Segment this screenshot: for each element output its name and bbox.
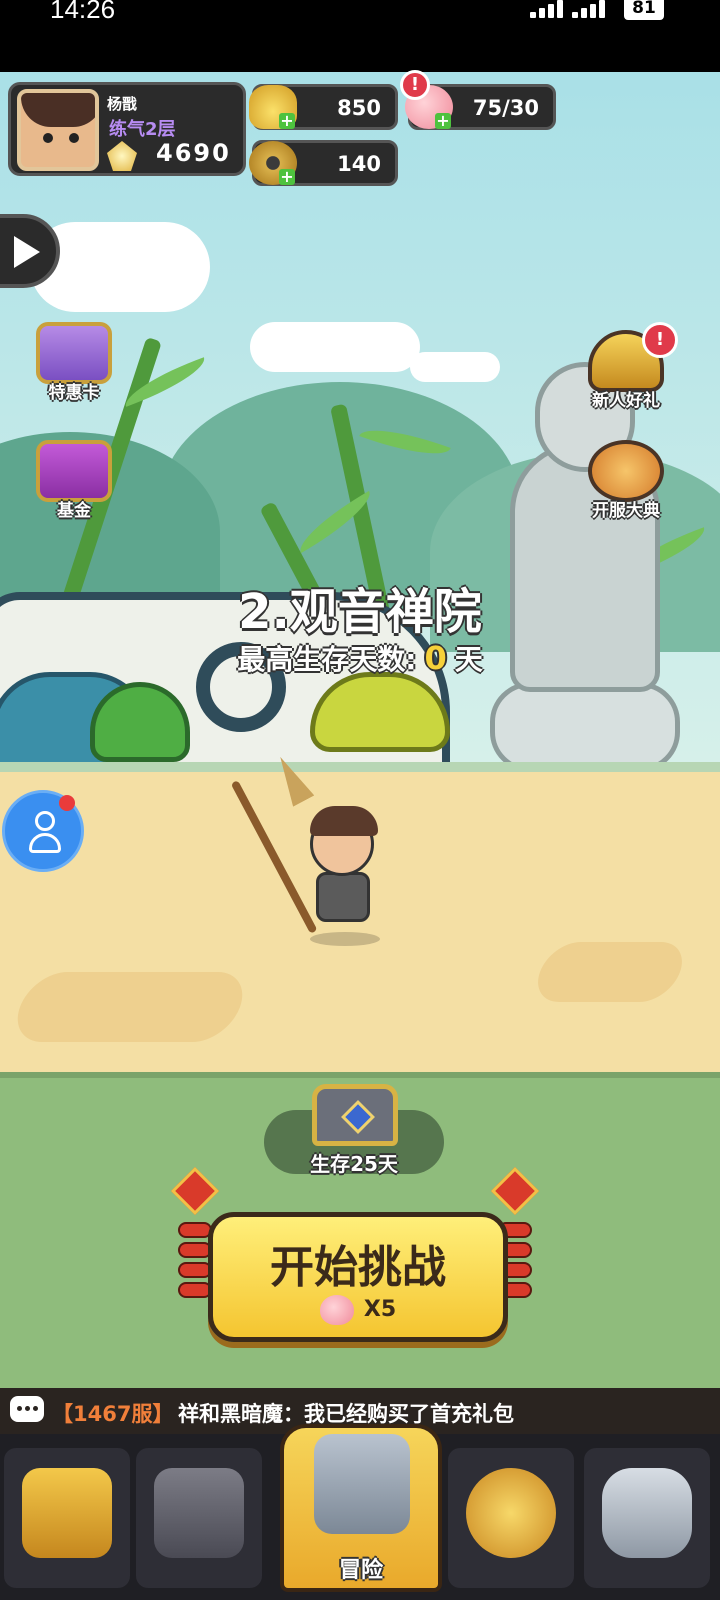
survival-days: 0: [424, 639, 447, 677]
bottom-navigation: 冒险: [0, 1424, 720, 1600]
guanyin-statue: [490, 352, 680, 782]
coin-resource[interactable]: + 140: [249, 140, 398, 186]
fund-button[interactable]: 基金: [24, 440, 124, 521]
add-stamina-icon[interactable]: +: [435, 113, 451, 129]
upgrade-arrow-icon: [466, 1468, 556, 1558]
special-card-label: 特惠卡: [48, 383, 100, 403]
lock-icon: [602, 1468, 692, 1558]
power-icon: [107, 141, 137, 171]
drum-icon: [588, 440, 664, 502]
user-icon: [35, 811, 55, 831]
swords-icon: [314, 1434, 410, 1534]
power-value: 4690: [156, 139, 231, 167]
nav-item-character[interactable]: [136, 1448, 262, 1588]
stamina-resource[interactable]: + 75/30: [405, 84, 556, 130]
signal-icon-2: [572, 0, 616, 20]
player-rank: 练气2层: [109, 119, 176, 140]
special-card-button[interactable]: 特惠卡: [24, 322, 124, 403]
newbie-gift-alert-icon: !: [642, 322, 678, 358]
nav-item-upgrade[interactable]: [448, 1448, 574, 1588]
status-bar: 14:26 81: [0, 0, 720, 72]
nav-item-adventure[interactable]: 冒险: [280, 1424, 442, 1592]
start-challenge-button[interactable]: 开始挑战 X5: [208, 1212, 508, 1342]
notification-dot: [59, 795, 75, 811]
chat-server: 【1467服】: [52, 1402, 174, 1426]
add-gold-icon[interactable]: +: [279, 113, 295, 129]
player-profile[interactable]: 杨戬 练气2层 4690: [8, 82, 246, 176]
chest-icon: [312, 1084, 398, 1146]
chest-label: 生存25天: [310, 1152, 398, 1176]
player-character: [230, 762, 410, 952]
game-scene: 2.观音禅院 最高生存天数: 0 天 生存25天 开始挑战 X5: [0, 72, 720, 1388]
friend-button[interactable]: [2, 790, 84, 872]
server-launch-label: 开服大典: [592, 501, 660, 521]
gold-resource[interactable]: + 850: [249, 84, 398, 130]
path-patch: [7, 972, 253, 1042]
fund-label: 基金: [57, 501, 91, 521]
armor-icon: [154, 1468, 244, 1558]
battery-icon: 81: [624, 0, 664, 20]
fund-chest-icon: [36, 440, 112, 502]
status-time: 14:26: [50, 0, 116, 24]
start-challenge-label: 开始挑战: [270, 1242, 446, 1293]
add-coin-icon[interactable]: +: [279, 169, 295, 185]
server-launch-button[interactable]: 开服大典: [576, 440, 676, 521]
nav-item-locked[interactable]: [584, 1448, 710, 1588]
survival-reward-chest[interactable]: 生存25天: [264, 1084, 444, 1176]
survival-unit: 天: [454, 643, 483, 676]
chat-icon[interactable]: [10, 1396, 44, 1422]
coin-value: 140: [337, 152, 381, 176]
avatar[interactable]: [17, 89, 99, 171]
cloud: [410, 352, 500, 382]
survival-label: 最高生存天数:: [237, 643, 417, 676]
nav-adventure-label: 冒险: [338, 1558, 383, 1583]
peach-icon: [319, 1295, 354, 1325]
shop-building-icon: [22, 1468, 112, 1558]
stamina-alert-icon: !: [400, 70, 430, 100]
stage-title: 2.观音禅院: [238, 584, 482, 640]
vip-card-icon: [36, 322, 112, 384]
play-icon: [14, 236, 40, 268]
gold-value: 850: [337, 96, 381, 120]
start-cost: X5: [213, 1295, 503, 1325]
newbie-gift-label: 新人好礼: [592, 391, 660, 411]
nav-item-shop[interactable]: [4, 1448, 130, 1588]
stamina-value: 75/30: [472, 96, 539, 120]
start-cost-value: X5: [363, 1297, 397, 1322]
survival-record: 最高生存天数: 0 天: [0, 638, 720, 678]
signal-icon: [530, 0, 574, 20]
cloud: [250, 322, 420, 372]
player-name: 杨戬: [107, 95, 138, 113]
